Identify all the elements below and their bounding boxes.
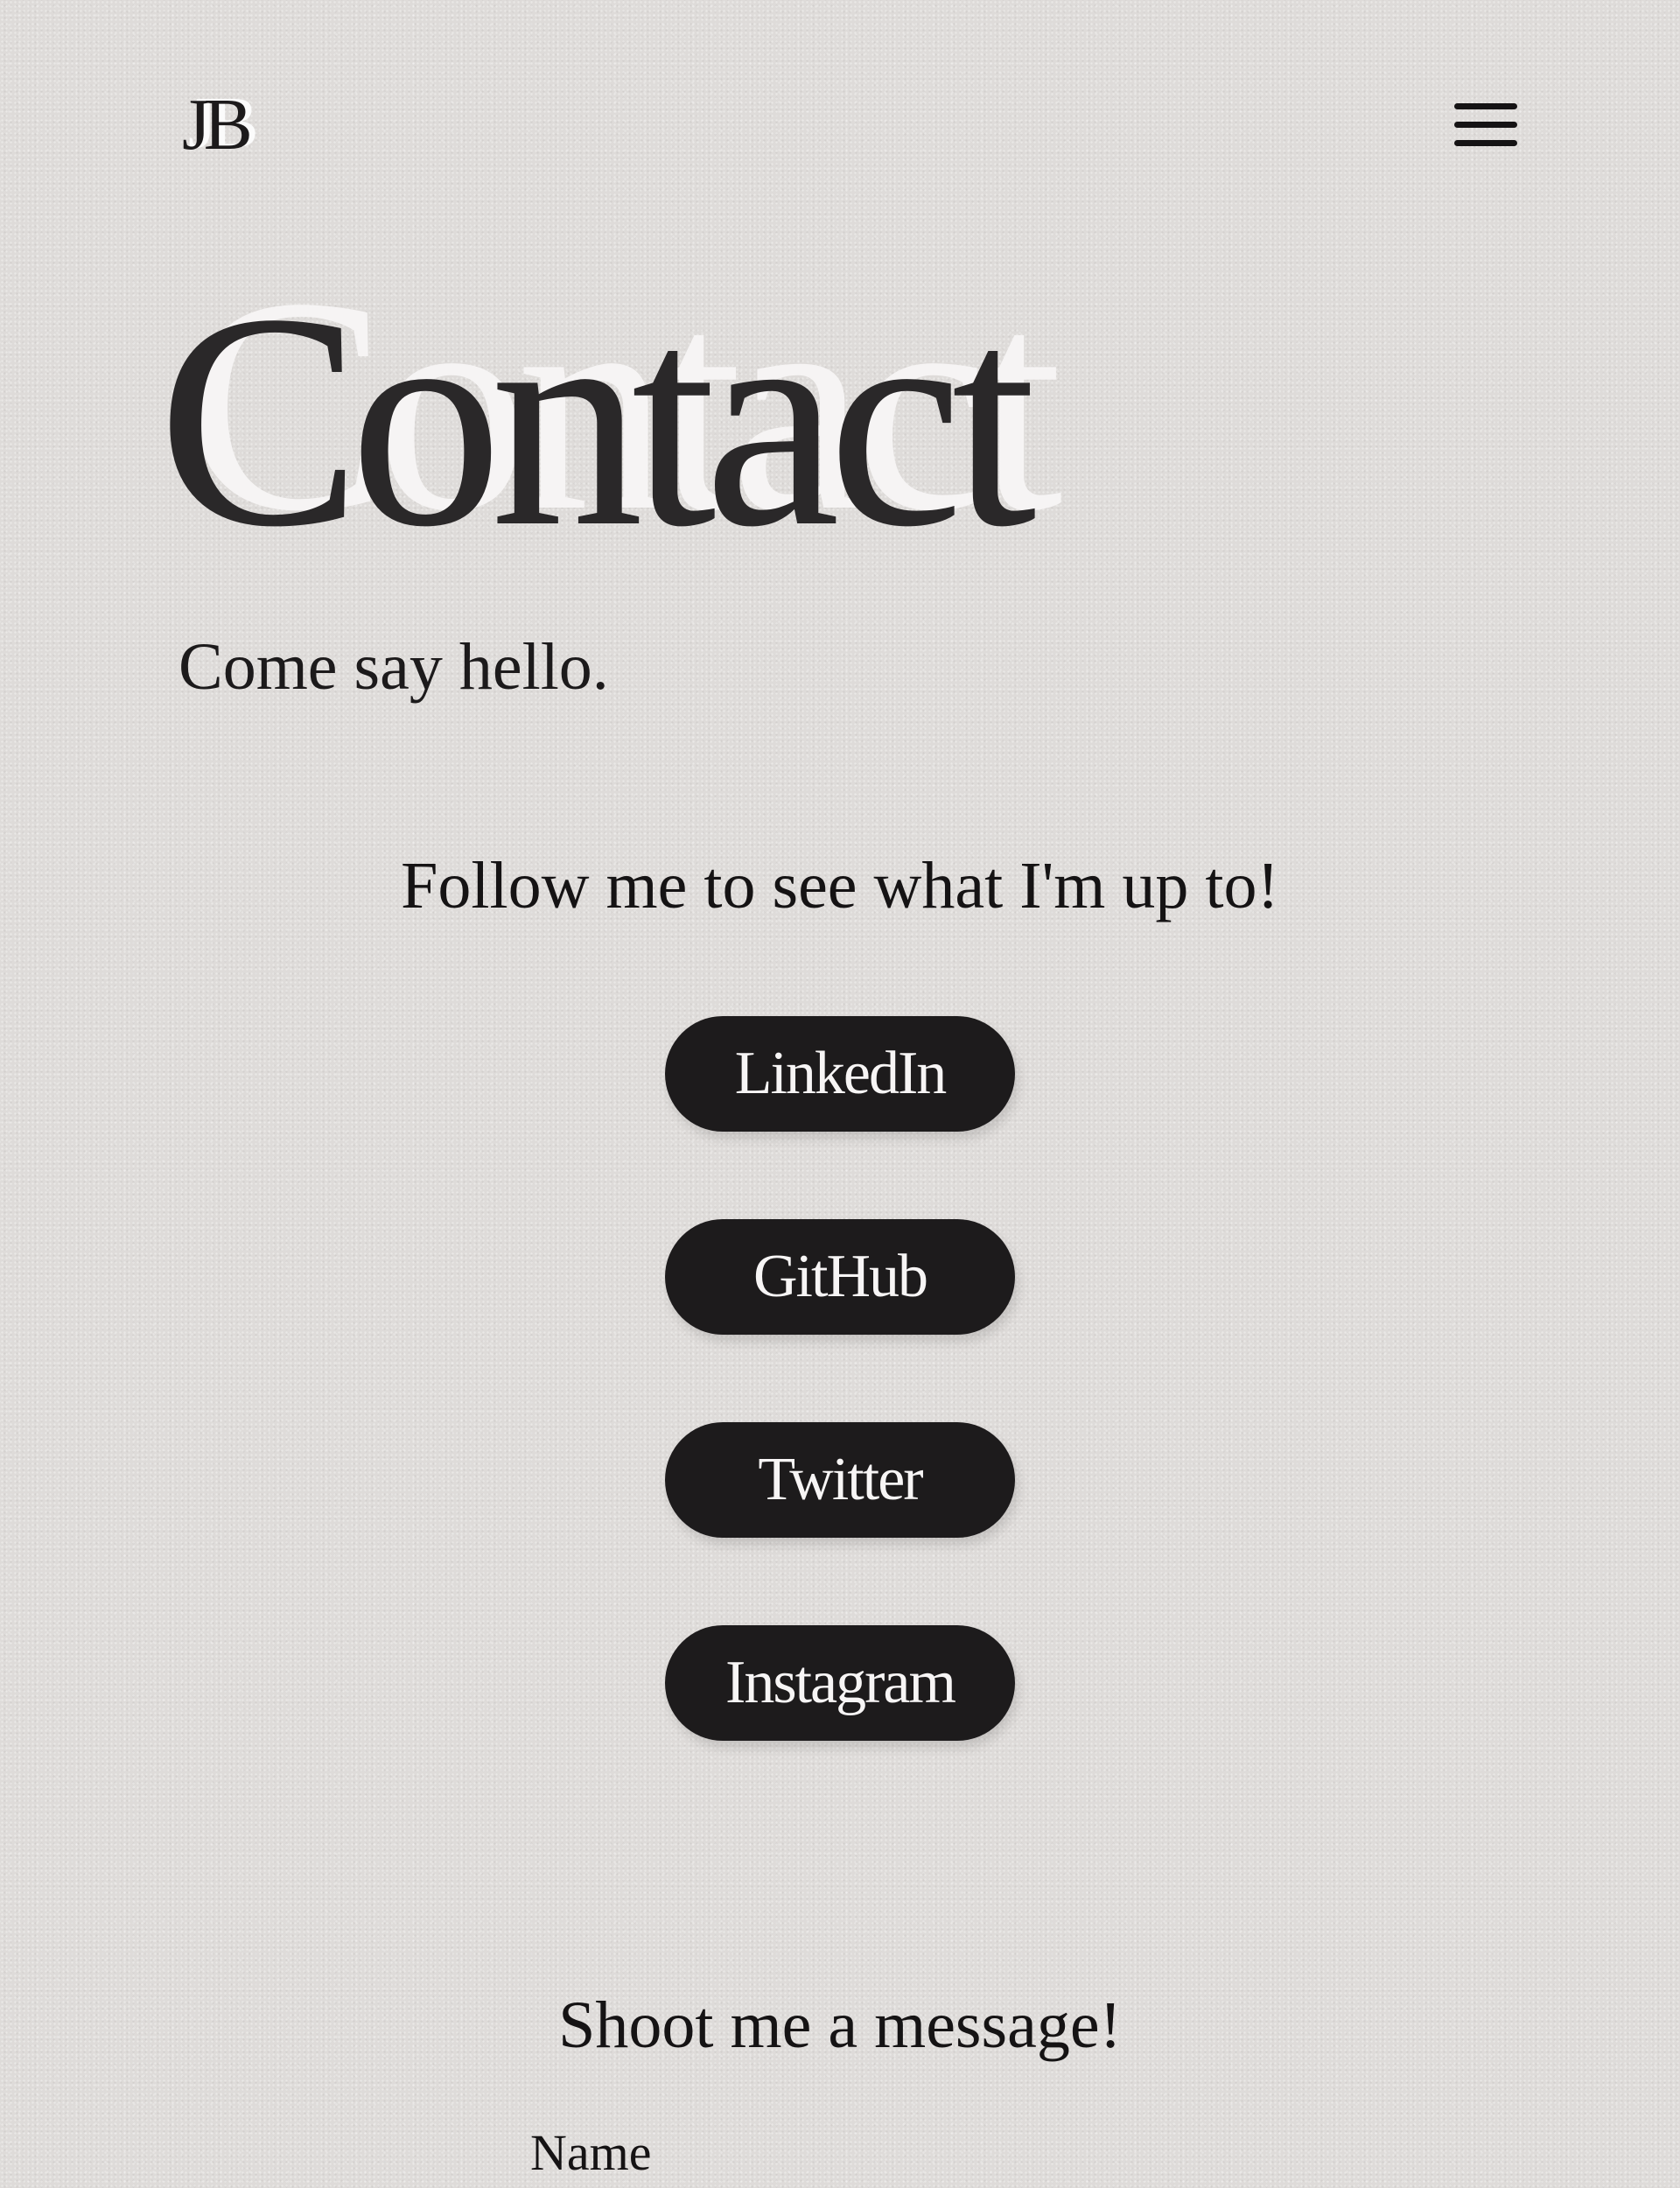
- page-title-text: Contact: [158, 250, 1037, 590]
- page-title: Contact Contact: [158, 247, 1208, 590]
- follow-heading: Follow me to see what I'm up to!: [401, 849, 1279, 922]
- instagram-button[interactable]: Instagram: [665, 1625, 1015, 1741]
- linkedin-button[interactable]: LinkedIn: [665, 1016, 1015, 1132]
- menu-bar: [1454, 122, 1517, 128]
- hamburger-menu-icon[interactable]: [1454, 103, 1517, 149]
- message-heading: Shoot me a message!: [558, 1988, 1122, 2062]
- name-field-label: Name: [530, 2124, 652, 2181]
- github-button[interactable]: GitHub: [665, 1219, 1015, 1335]
- menu-bar: [1454, 103, 1517, 109]
- twitter-button[interactable]: Twitter: [665, 1422, 1015, 1538]
- site-logo[interactable]: JB JB: [182, 84, 270, 165]
- page-subtitle: Come say hello.: [178, 630, 609, 704]
- logo-text: JB: [182, 84, 253, 165]
- menu-bar: [1454, 140, 1517, 146]
